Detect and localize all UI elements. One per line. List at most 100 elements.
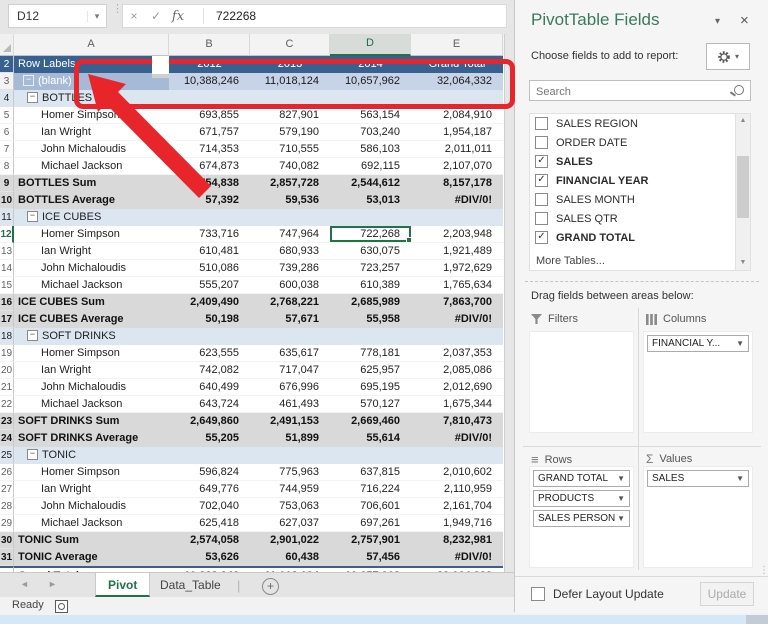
cell-E27[interactable]: 2,110,959 <box>411 481 503 498</box>
row-header-16[interactable]: 16 <box>0 294 14 311</box>
new-sheet-icon[interactable]: + <box>262 578 279 595</box>
cell-D26[interactable]: 637,815 <box>330 464 411 481</box>
cell-E4[interactable] <box>411 90 503 107</box>
cell-C8[interactable]: 740,082 <box>250 158 330 175</box>
close-icon[interactable]: × <box>740 12 749 29</box>
tab-scroll-left-icon[interactable]: ◄ <box>20 579 29 589</box>
field-item-grand-total[interactable]: ✓ GRAND TOTAL <box>530 228 750 247</box>
field-checkbox[interactable] <box>535 136 548 149</box>
row-header-10[interactable]: 10 <box>0 192 14 209</box>
cell-A15[interactable]: Michael Jackson <box>14 277 169 294</box>
cell-D19[interactable]: 778,181 <box>330 345 411 362</box>
scroll-up-icon[interactable]: ▲ <box>736 114 750 128</box>
cell-E3[interactable]: 32,064,332 <box>411 73 503 90</box>
cell-B20[interactable]: 742,082 <box>169 362 250 379</box>
cell-C30[interactable]: 2,901,022 <box>250 532 330 549</box>
cell-E26[interactable]: 2,010,602 <box>411 464 503 481</box>
cell-B5[interactable]: 693,855 <box>169 107 250 124</box>
search-icon[interactable] <box>734 85 744 95</box>
cell-A23[interactable]: SOFT DRINKS Sum <box>14 413 169 430</box>
cell-C24[interactable]: 51,899 <box>250 430 330 447</box>
cell-A27[interactable]: Ian Wright <box>14 481 169 498</box>
cell-B13[interactable]: 610,481 <box>169 243 250 260</box>
cell-A11[interactable]: − ICE CUBES <box>14 209 169 226</box>
cell-E24[interactable]: #DIV/0! <box>411 430 503 447</box>
cell-D2[interactable]: 2014 <box>330 56 411 73</box>
field-item-financial-year[interactable]: ✓ FINANCIAL YEAR <box>530 171 750 190</box>
cell-C17[interactable]: 57,671 <box>250 311 330 328</box>
field-checkbox[interactable]: ✓ <box>535 174 548 187</box>
cell-A7[interactable]: John Michaloudis <box>14 141 169 158</box>
cell-A16[interactable]: ICE CUBES Sum <box>14 294 169 311</box>
row-header-12[interactable]: 12 <box>0 226 14 243</box>
insert-function-icon[interactable]: fx <box>167 9 189 24</box>
collapse-icon[interactable]: − <box>27 92 38 104</box>
cell-C4[interactable] <box>250 90 330 107</box>
field-checkbox[interactable]: ✓ <box>535 155 548 168</box>
row-header-15[interactable]: 15 <box>0 277 14 294</box>
row-header-24[interactable]: 24 <box>0 430 14 447</box>
row-header-11[interactable]: 11 <box>0 209 14 226</box>
row-header-7[interactable]: 7 <box>0 141 14 158</box>
cell-B12[interactable]: 733,716 <box>169 226 250 243</box>
cell-A21[interactable]: John Michaloudis <box>14 379 169 396</box>
cell-D25[interactable] <box>330 447 411 464</box>
collapse-icon[interactable]: − <box>27 330 38 342</box>
cell-C26[interactable]: 775,963 <box>250 464 330 481</box>
cell-A29[interactable]: Michael Jackson <box>14 515 169 532</box>
more-tables-link[interactable]: More Tables... <box>536 255 605 267</box>
cell-B27[interactable]: 649,776 <box>169 481 250 498</box>
cell-A31[interactable]: TONIC Average <box>14 549 169 566</box>
cell-E2[interactable]: Grand Total <box>411 56 503 73</box>
cell-D3[interactable]: 10,657,962 <box>330 73 411 90</box>
cell-B26[interactable]: 596,824 <box>169 464 250 481</box>
cell-B22[interactable]: 643,724 <box>169 396 250 413</box>
scrollbar-thumb[interactable] <box>737 156 749 218</box>
field-item-sales-month[interactable]: SALES MONTH <box>530 190 750 209</box>
cell-D12[interactable]: 722,268 <box>330 226 411 243</box>
cell-C16[interactable]: 2,768,221 <box>250 294 330 311</box>
defer-layout-checkbox[interactable] <box>531 587 545 601</box>
cell-C6[interactable]: 579,190 <box>250 124 330 141</box>
scroll-down-icon[interactable]: ▼ <box>736 256 750 270</box>
cell-D20[interactable]: 625,957 <box>330 362 411 379</box>
cell-B17[interactable]: 50,198 <box>169 311 250 328</box>
column-header-B[interactable]: B <box>169 34 250 56</box>
tab-data-table[interactable]: Data_Table <box>148 573 233 597</box>
cell-C18[interactable] <box>250 328 330 345</box>
cell-D17[interactable]: 55,958 <box>330 311 411 328</box>
cell-C31[interactable]: 60,438 <box>250 549 330 566</box>
columns-drop-area[interactable]: FINANCIAL Y... ▼ <box>643 331 753 433</box>
row-header-23[interactable]: 23 <box>0 413 14 430</box>
cell-B29[interactable]: 625,418 <box>169 515 250 532</box>
row-header-3[interactable]: 3 <box>0 73 14 90</box>
pill-dropdown-icon[interactable]: ▼ <box>617 494 625 503</box>
macro-record-icon[interactable] <box>55 600 68 613</box>
cell-D24[interactable]: 55,614 <box>330 430 411 447</box>
cell-A19[interactable]: Homer Simpson <box>14 345 169 362</box>
cell-B25[interactable] <box>169 447 250 464</box>
field-checkbox[interactable] <box>535 193 548 206</box>
cell-D6[interactable]: 703,240 <box>330 124 411 141</box>
row-header-8[interactable]: 8 <box>0 158 14 175</box>
row-header-30[interactable]: 30 <box>0 532 14 549</box>
values-drop-area[interactable]: SALES ▼ <box>643 466 753 568</box>
cell-E14[interactable]: 1,972,629 <box>411 260 503 277</box>
cell-B23[interactable]: 2,649,860 <box>169 413 250 430</box>
cell-B19[interactable]: 623,555 <box>169 345 250 362</box>
cell-C11[interactable] <box>250 209 330 226</box>
cell-D9[interactable]: 2,544,612 <box>330 175 411 192</box>
row-header-22[interactable]: 22 <box>0 396 14 413</box>
cell-A18[interactable]: − SOFT DRINKS <box>14 328 169 345</box>
row-header-20[interactable]: 20 <box>0 362 14 379</box>
cell-B31[interactable]: 53,626 <box>169 549 250 566</box>
column-header-A[interactable]: A <box>14 34 169 56</box>
field-checkbox[interactable] <box>535 117 548 130</box>
cell-E31[interactable]: #DIV/0! <box>411 549 503 566</box>
collapse-icon[interactable]: − <box>27 211 38 223</box>
cell-B28[interactable]: 702,040 <box>169 498 250 515</box>
row-header-28[interactable]: 28 <box>0 498 14 515</box>
field-item-order-date[interactable]: ORDER DATE <box>530 133 750 152</box>
cell-C2[interactable]: 2013 <box>250 56 330 73</box>
field-list-scrollbar[interactable]: ▲ ▼ <box>735 114 750 270</box>
